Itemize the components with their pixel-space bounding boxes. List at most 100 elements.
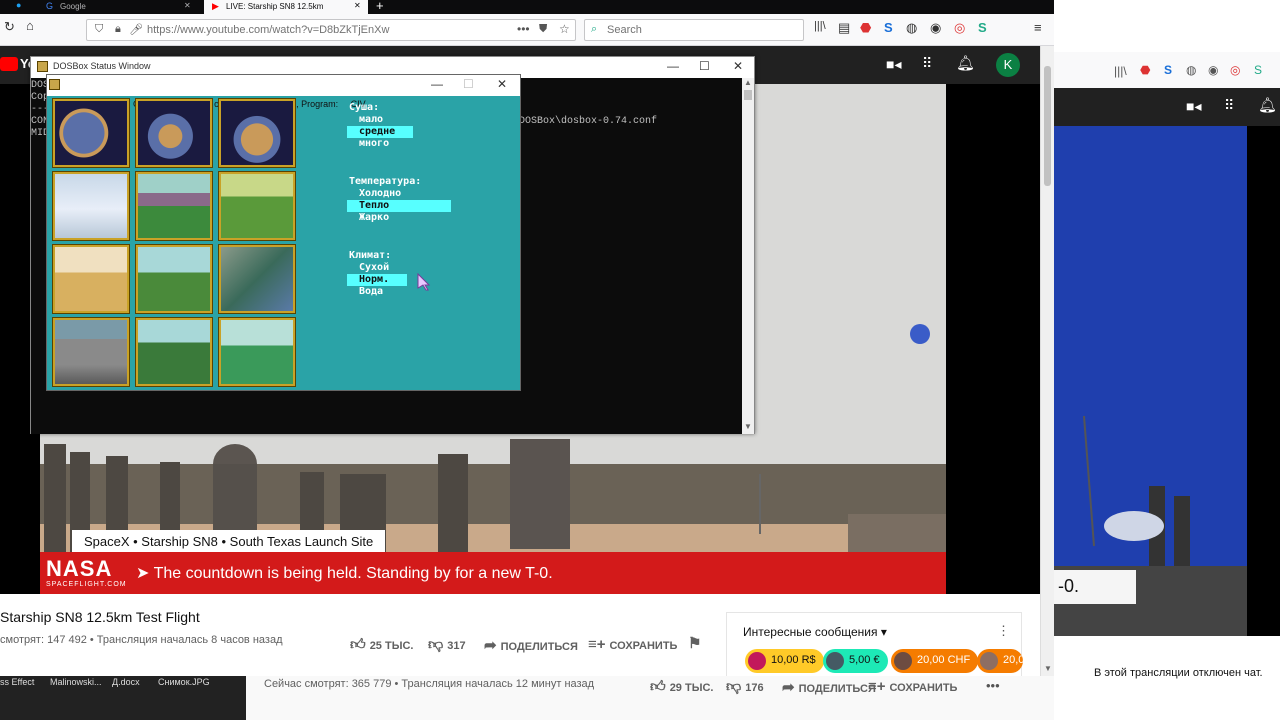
desktop-item[interactable]: ss Effect xyxy=(0,677,34,687)
share-button[interactable]: ➦ ПОДЕЛИТЬСЯ xyxy=(484,636,578,654)
bookmark-star-icon[interactable]: ☆ xyxy=(559,22,570,36)
option-climate-wet[interactable]: Вода xyxy=(347,286,407,298)
scrollbar-thumb[interactable] xyxy=(1044,66,1051,186)
minimize-button[interactable]: — xyxy=(667,59,679,73)
home-icon[interactable]: ⌂ xyxy=(26,18,34,33)
tab-close-icon[interactable]: ✕ xyxy=(354,1,361,10)
sidebar-icon[interactable]: ▤ xyxy=(838,20,850,36)
adblock-icon[interactable]: ⬣ xyxy=(1140,63,1150,77)
option-land-normal[interactable]: средне xyxy=(347,126,413,138)
globe-icon[interactable]: ◍ xyxy=(1186,63,1196,77)
superchat-chip[interactable]: 20,00 CHF xyxy=(891,649,979,673)
save-button[interactable]: ≡+ СОХРАНИТЬ xyxy=(588,636,677,653)
desktop-item[interactable]: Снимок.JPG xyxy=(158,677,210,687)
dislike-button[interactable]: 👎︎ 317 xyxy=(428,636,466,654)
extension-s-icon[interactable]: S xyxy=(978,20,987,35)
option-land-small[interactable]: мало xyxy=(347,114,413,126)
superchat-chip[interactable]: 10,00 R$ xyxy=(745,649,824,673)
superchat-chip[interactable]: 5,00 € xyxy=(823,649,888,673)
dosbox-game-window[interactable]: DOSBox 0.74, Cpu speed: 3000 cycles, Fra… xyxy=(46,74,521,391)
library-icon[interactable]: |||\ xyxy=(814,20,826,32)
youtube-logo-icon[interactable] xyxy=(0,57,18,71)
background-dislike-button[interactable]: 👎︎ 176 xyxy=(726,678,764,696)
tab-close-icon[interactable]: ✕ xyxy=(184,1,191,10)
tab-youtube-live[interactable]: ▶ LIVE: Starship SN8 12.5km ✕ xyxy=(204,0,368,14)
world-tile-normal-climate[interactable] xyxy=(135,244,213,314)
create-video-icon[interactable]: ■◂ xyxy=(886,56,901,73)
globe-icon[interactable]: ◍ xyxy=(906,20,917,36)
more-options-icon[interactable]: ⋮ xyxy=(997,623,1010,639)
console-scrollbar[interactable]: ▲ ▼ xyxy=(742,78,754,434)
maximize-button[interactable]: ☐ xyxy=(699,59,710,73)
bell-icon[interactable]: 🔔︎ xyxy=(1258,96,1277,114)
world-tile-temperate[interactable] xyxy=(135,171,213,241)
s-extension-icon[interactable]: S xyxy=(884,20,893,35)
tab-google[interactable]: G Google ✕ xyxy=(38,0,198,14)
report-button[interactable]: ⚑ xyxy=(688,634,705,652)
apps-grid-icon[interactable]: ⠿ xyxy=(1224,97,1234,114)
world-tile-arid[interactable] xyxy=(52,244,130,314)
option-climate-normal[interactable]: Норм. xyxy=(347,274,407,286)
world-tile-young-age[interactable] xyxy=(218,317,296,387)
like-button[interactable]: 👍︎ 25 ТЫС. xyxy=(350,636,413,654)
desktop-item[interactable]: Д.docx xyxy=(112,677,140,687)
background-share-button[interactable]: ➦ ПОДЕЛИТЬСЯ xyxy=(782,678,876,696)
world-tile-old-age[interactable] xyxy=(52,317,130,387)
world-tile-hot[interactable] xyxy=(218,171,296,241)
lock-icon[interactable]: 🔒︎ xyxy=(115,23,121,36)
more-options-icon[interactable]: ••• xyxy=(986,678,1000,693)
close-button[interactable]: ✕ xyxy=(497,77,507,91)
library-icon[interactable]: |||\ xyxy=(1114,64,1127,78)
refresh-icon[interactable]: ↻ xyxy=(4,19,15,35)
page-scrollbar[interactable]: ▼ xyxy=(1040,46,1054,678)
chat-mode-select[interactable]: Интересные сообщения ▾ xyxy=(743,625,887,639)
world-tile-medium-land[interactable] xyxy=(135,98,213,168)
search-field[interactable]: ⌕ Search xyxy=(584,19,804,41)
new-tab-icon[interactable]: + xyxy=(376,0,384,13)
thumbs-up-icon: 👍︎ xyxy=(650,678,666,695)
scrollbar-thumb[interactable] xyxy=(744,90,752,100)
tab-twitter[interactable]: ● xyxy=(0,0,38,14)
extension-icon[interactable]: ◎ xyxy=(1230,63,1240,77)
s-extension-icon[interactable]: S xyxy=(1164,63,1172,77)
option-temp-cold[interactable]: Холодно xyxy=(347,188,451,200)
option-temp-warm[interactable]: Тепло xyxy=(347,200,451,212)
url-text[interactable]: https://www.youtube.com/watch?v=D8bZkTjE… xyxy=(147,24,389,36)
option-temp-hot[interactable]: Жарко xyxy=(347,212,451,224)
world-tile-small-land[interactable] xyxy=(52,98,130,168)
dosbox-game-titlebar[interactable]: DOSBox 0.74, Cpu speed: 3000 cycles, Fra… xyxy=(47,75,520,109)
pocket-icon[interactable]: ⛊ xyxy=(539,23,547,36)
url-bar[interactable]: ⛉ 🔒︎ 🎤︎ https://www.youtube.com/watch?v=… xyxy=(86,19,576,41)
desktop-item[interactable]: Malinowski... xyxy=(50,677,102,687)
close-button[interactable]: ✕ xyxy=(733,59,743,73)
extension-icon[interactable]: ◎ xyxy=(954,20,965,36)
minimize-button[interactable]: — xyxy=(431,77,443,91)
avatar[interactable]: K xyxy=(996,53,1020,77)
save-label: СОХРАНИТЬ xyxy=(889,682,958,694)
background-like-button[interactable]: 👍︎ 29 ТЫС. xyxy=(650,678,713,696)
background-video[interactable]: -0. xyxy=(1054,126,1280,636)
adblock-icon[interactable]: ⬣ xyxy=(860,20,871,36)
background-save-button[interactable]: ≡+ СОХРАНИТЬ xyxy=(868,678,957,695)
apps-grid-icon[interactable]: ⠿ xyxy=(922,55,932,72)
create-video-icon[interactable]: ■◂ xyxy=(1186,98,1201,115)
world-tile-large-land[interactable] xyxy=(218,98,296,168)
microphone-icon[interactable]: 🎤︎ xyxy=(129,23,143,36)
scroll-up-icon[interactable]: ▲ xyxy=(744,78,752,87)
world-tile-cold[interactable] xyxy=(52,171,130,241)
scroll-down-icon[interactable]: ▼ xyxy=(744,422,752,431)
world-tile-mid-age[interactable] xyxy=(135,317,213,387)
account-icon[interactable]: ◉ xyxy=(1208,63,1218,77)
superchat-chip[interactable]: 20,0 xyxy=(977,649,1023,673)
extension-s-icon[interactable]: S xyxy=(1254,63,1262,77)
option-climate-arid[interactable]: Сухой xyxy=(347,262,407,274)
option-land-large[interactable]: много xyxy=(347,138,413,150)
account-icon[interactable]: ◉ xyxy=(930,20,941,36)
world-tile-wet[interactable] xyxy=(218,244,296,314)
climate-heading: Климат: xyxy=(349,250,392,261)
page-actions-icon[interactable]: ••• xyxy=(517,22,530,36)
bell-icon[interactable]: 🔔︎ xyxy=(956,54,975,72)
menu-icon[interactable]: ≡ xyxy=(1034,20,1042,35)
scroll-down-icon[interactable]: ▼ xyxy=(1044,664,1052,673)
shield-icon[interactable]: ⛉ xyxy=(95,23,103,36)
